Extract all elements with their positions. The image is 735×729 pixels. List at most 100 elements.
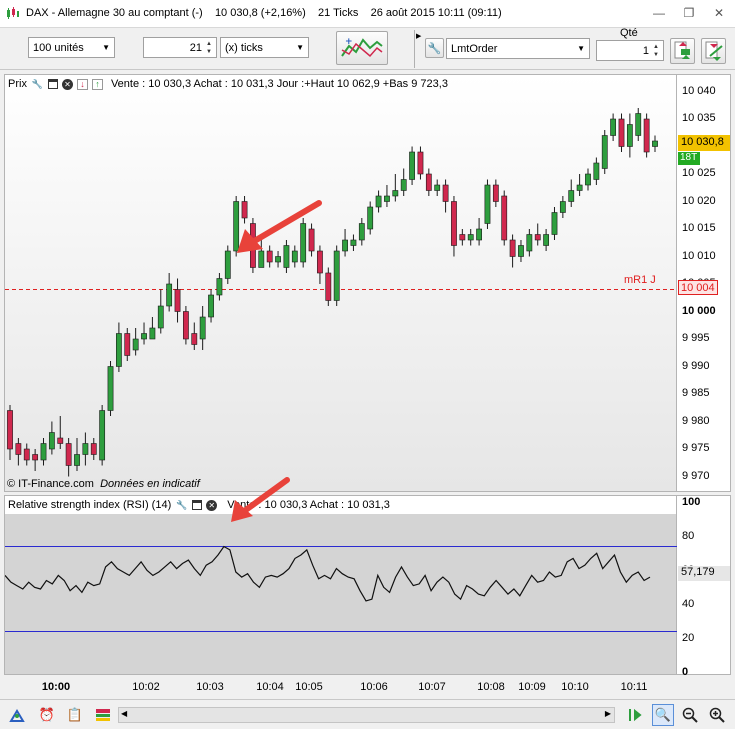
candle-body-down bbox=[643, 118, 650, 153]
spinner-arrows-icon[interactable]: ▲ ▼ bbox=[206, 40, 212, 56]
candle-body-up bbox=[367, 206, 374, 230]
order-settings-button[interactable]: 🔧 bbox=[425, 38, 444, 58]
toolbar: 100 unités ▼ 21 ▲ ▼ (x) ticks ▼ + ▶ 🔧 Lmt… bbox=[0, 27, 735, 70]
time-axis-tick-label: 10:11 bbox=[620, 681, 648, 693]
price-axis-tick-label: 9 990 bbox=[682, 359, 710, 372]
price-chart-panel[interactable]: Prix 🔧 ✕ ↓ ↑ Vente : 10 030,3 Achat : 10… bbox=[4, 74, 678, 493]
candle bbox=[57, 416, 64, 449]
close-icon[interactable]: ✕ bbox=[709, 5, 729, 21]
candle-body-up bbox=[141, 333, 147, 340]
candle-body-down bbox=[501, 195, 508, 241]
spinner-arrows-icon[interactable]: ▲ ▼ bbox=[653, 43, 659, 59]
candle bbox=[434, 179, 441, 196]
candle-body-up bbox=[559, 201, 566, 213]
rsi-current-value: 57,179 bbox=[678, 566, 730, 581]
candle bbox=[476, 218, 482, 246]
candle-body-up bbox=[350, 239, 357, 246]
alarm-clock-icon[interactable]: ⏰ bbox=[38, 706, 56, 724]
candle-body-up bbox=[518, 245, 524, 257]
candle-body-up bbox=[107, 366, 114, 411]
candle bbox=[166, 273, 173, 312]
candle-body-down bbox=[417, 151, 424, 175]
candle bbox=[559, 196, 566, 218]
candle-body-up bbox=[384, 195, 390, 202]
price-axis-tick-label: 10 025 bbox=[682, 167, 716, 179]
order-type-select[interactable]: LmtOrder ▼ bbox=[446, 38, 590, 59]
candle bbox=[442, 179, 449, 213]
quantity-stepper[interactable]: 1 ▲ ▼ bbox=[596, 40, 664, 61]
rsi-panel[interactable]: Relative strength index (RSI) (14) 🔧 ✕ V… bbox=[4, 477, 678, 676]
candle bbox=[484, 179, 491, 229]
sell-arrow-icon bbox=[705, 41, 723, 61]
horizontal-scrollbar[interactable]: ◀ ▶ bbox=[118, 707, 615, 723]
price-axis-tick-label: 10 040 bbox=[682, 84, 716, 97]
candle bbox=[409, 146, 415, 185]
annotation-arrow-icon bbox=[237, 200, 322, 253]
candle-body-up bbox=[224, 250, 231, 279]
price-axis-tick-label: 10 000 bbox=[682, 304, 716, 317]
candle-body-up bbox=[333, 250, 340, 301]
chart-tools-icon[interactable] bbox=[8, 706, 26, 724]
candle bbox=[400, 168, 407, 196]
candle-body-up bbox=[132, 338, 139, 351]
scroll-left-arrow-icon[interactable]: ◀ bbox=[121, 709, 127, 718]
candle bbox=[652, 135, 658, 152]
candle-body-up bbox=[400, 179, 407, 191]
candle bbox=[610, 113, 617, 141]
candle bbox=[199, 306, 206, 350]
candle bbox=[576, 174, 583, 196]
time-axis-tick-label: 10:05 bbox=[295, 681, 323, 693]
time-axis-tick-label: 10:00 bbox=[41, 681, 71, 693]
period-value-stepper[interactable]: 21 ▲ ▼ bbox=[143, 37, 217, 58]
candle bbox=[90, 438, 97, 460]
candle-body-down bbox=[618, 118, 625, 147]
price-axis[interactable]: 10 04010 03510 03010 02510 02010 01510 0… bbox=[677, 74, 731, 492]
rsi-chart-canvas[interactable] bbox=[5, 496, 678, 676]
notes-icon[interactable]: 📋 bbox=[66, 706, 84, 724]
annotation-arrow-icon bbox=[231, 477, 290, 522]
indicators-button[interactable]: + bbox=[336, 31, 388, 65]
candle bbox=[451, 196, 457, 257]
price-axis-tick-label: 10 035 bbox=[682, 112, 716, 124]
candle bbox=[333, 245, 340, 306]
candle bbox=[526, 229, 533, 257]
buy-order-button[interactable] bbox=[670, 38, 695, 64]
move-right-icon[interactable] bbox=[626, 706, 644, 724]
candle-body-up bbox=[48, 432, 55, 450]
candle-body-down bbox=[459, 234, 466, 241]
candle bbox=[183, 306, 189, 345]
restore-icon[interactable]: ❐ bbox=[679, 5, 699, 21]
period-unit-select[interactable]: (x) ticks ▼ bbox=[220, 37, 309, 58]
candle-body-up bbox=[392, 190, 399, 197]
candle bbox=[384, 185, 390, 207]
time-axis-tick-label: 10:09 bbox=[518, 681, 546, 693]
candle-body-down bbox=[57, 437, 64, 444]
price-chart-canvas[interactable] bbox=[5, 75, 678, 493]
quantity-value: 1 bbox=[642, 44, 650, 57]
candle bbox=[350, 234, 357, 251]
chevron-down-icon: ▼ bbox=[296, 43, 304, 52]
scroll-right-arrow-icon[interactable]: ▶ bbox=[605, 709, 611, 718]
candle bbox=[551, 207, 558, 240]
candle bbox=[585, 168, 591, 191]
time-axis[interactable]: 10:00 10:02 10:03 10:04 10:05 10:06 10:07 10:08… bbox=[4, 676, 731, 698]
last-price-change: 10 030,8 (+2,16%) bbox=[214, 7, 306, 19]
chart-layout-icon[interactable] bbox=[94, 706, 112, 724]
candle-body-up bbox=[99, 410, 106, 461]
rsi-axis[interactable]: 100806040200 57,179 bbox=[677, 495, 731, 678]
zoom-in-icon[interactable] bbox=[708, 706, 726, 724]
candle-body-down bbox=[174, 289, 181, 312]
collapse-arrow-icon[interactable]: ▶ bbox=[416, 32, 421, 40]
zoom-area-icon[interactable]: 🔍 bbox=[652, 704, 674, 726]
minimize-icon[interactable]: — bbox=[649, 5, 669, 21]
data-source-notice: © IT-Finance.com Données en indicatif bbox=[7, 478, 200, 490]
sell-order-button[interactable] bbox=[701, 38, 726, 64]
candle-body-up bbox=[409, 151, 415, 180]
candle-body-up bbox=[476, 228, 482, 241]
units-select[interactable]: 100 unités ▼ bbox=[28, 37, 115, 58]
price-axis-tick-label: 9 995 bbox=[682, 332, 710, 344]
zoom-out-icon[interactable] bbox=[681, 706, 699, 724]
candle-body-up bbox=[199, 316, 206, 340]
candle-body-down bbox=[492, 184, 499, 202]
candle-body-up bbox=[484, 184, 491, 224]
